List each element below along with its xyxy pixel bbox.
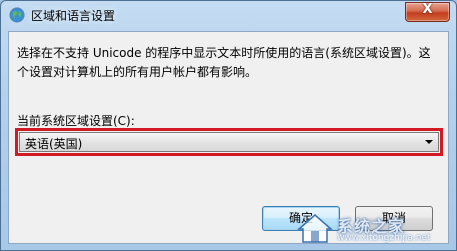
watermark: 系统之家 www.xitongzhijia.net [291, 209, 451, 247]
description-text: 选择在不支持 Unicode 的程序中显示文本时所使用的语言(系统区域设置)。这… [17, 46, 431, 79]
locale-label: 当前系统区域设置(C): [17, 114, 135, 128]
dialog-window: 区域和语言设置 X 选择在不支持 Unicode 的程序中显示文本时所使用的语言… [0, 0, 457, 251]
window-title: 区域和语言设置 [31, 9, 116, 23]
globe-icon [9, 7, 25, 23]
watermark-url: www.xitongzhijia.net [337, 233, 431, 243]
locale-select[interactable]: 英语(英国) [19, 132, 439, 152]
close-button[interactable]: X [405, 2, 450, 22]
locale-select-value: 英语(英国) [25, 137, 83, 151]
watermark-logo-icon [297, 214, 333, 243]
close-icon: X [422, 2, 433, 17]
chevron-down-icon[interactable] [425, 140, 433, 144]
title-bar[interactable]: 区域和语言设置 X [1, 1, 456, 29]
